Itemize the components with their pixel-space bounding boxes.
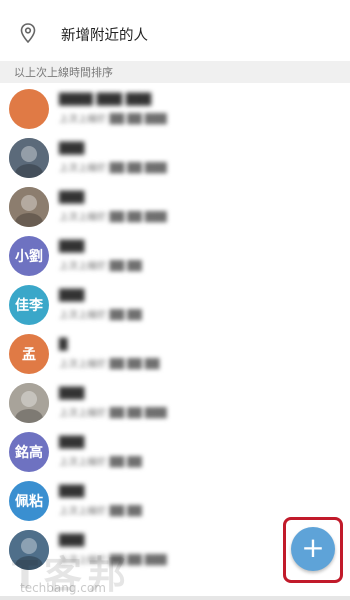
contact-last-seen: 上次上線於 ██ ██ — [59, 261, 142, 272]
contact-last-seen: 上次上線於 ██ ██ ██ — [59, 359, 160, 370]
avatar-photo — [9, 383, 49, 423]
contact-name: ███ — [59, 191, 85, 204]
contact-name: ███ — [59, 289, 85, 302]
contact-row[interactable]: ███ 上次上線於 ██ ██ ███ — [0, 186, 350, 235]
avatar-placeholder — [9, 89, 49, 129]
contact-name: ███ — [59, 142, 85, 155]
add-nearby-people-row[interactable]: 新增附近的人 — [0, 0, 350, 60]
contact-last-seen: 上次上線於 ██ ██ ███ — [59, 114, 167, 125]
avatar-initials: 小劉 — [9, 236, 49, 276]
watermark-subtext: techbang.com — [20, 581, 106, 595]
contact-row[interactable]: ███ 上次上線於 ██ ██ ███ — [0, 137, 350, 186]
contact-name: ███ — [59, 387, 85, 400]
add-nearby-label: 新增附近的人 — [61, 28, 148, 44]
contact-last-seen: 上次上線於 ██ ██ — [59, 457, 142, 468]
avatar-initials: 銘高 — [9, 432, 49, 472]
contact-name: ████ ███ ███ — [59, 93, 152, 106]
contact-last-seen: 上次上線於 ██ ██ ███ — [59, 408, 167, 419]
section-header-label: 以上次上線時間排序 — [14, 66, 113, 79]
contact-last-seen: 上次上線於 ██ ██ ███ — [59, 163, 167, 174]
contact-last-seen: 上次上線於 ██ ██ ███ — [59, 212, 167, 223]
contact-last-seen: 上次上線於 ██ ██ — [59, 506, 142, 517]
add-contact-fab-button[interactable]: + — [291, 527, 335, 571]
avatar-photo — [9, 187, 49, 227]
plus-icon: + — [301, 531, 325, 564]
contact-row[interactable]: ███ 上次上線於 ██ ██ ███ — [0, 382, 350, 431]
avatar-initials: 孟 — [9, 334, 49, 374]
contact-name: █ — [59, 338, 68, 351]
contact-name: ███ — [59, 485, 85, 498]
contact-last-seen: 上次上線於 ██ ██ — [59, 310, 142, 321]
contact-name: ███ — [59, 436, 85, 449]
location-pin-icon — [20, 23, 36, 43]
avatar-initials: 佳李 — [9, 285, 49, 325]
contact-row[interactable]: 銘高 ███ 上次上線於 ██ ██ — [0, 431, 350, 480]
avatar-photo — [9, 138, 49, 178]
sort-section-header: 以上次上線時間排序 — [0, 61, 350, 83]
contact-row[interactable]: ████ ███ ███ 上次上線於 ██ ██ ███ — [0, 88, 350, 137]
avatar-initials: 佩粘 — [9, 481, 49, 521]
contact-row[interactable]: 小劉 ███ 上次上線於 ██ ██ — [0, 235, 350, 284]
contact-name: ███ — [59, 240, 85, 253]
contact-row[interactable]: 佳李 ███ 上次上線於 ██ ██ — [0, 284, 350, 333]
bottom-divider — [0, 596, 350, 600]
contact-row[interactable]: 孟 █ 上次上線於 ██ ██ ██ — [0, 333, 350, 382]
